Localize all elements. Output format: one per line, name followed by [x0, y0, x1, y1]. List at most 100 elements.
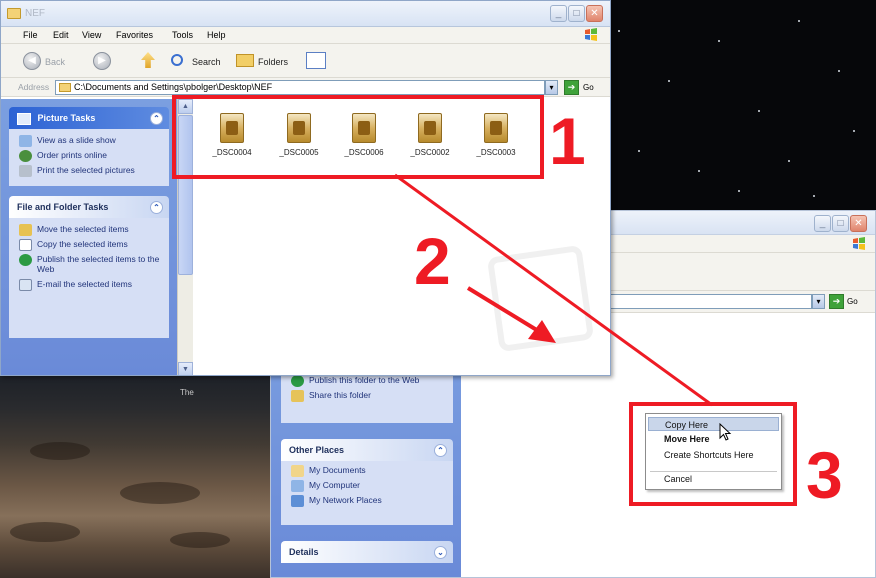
address-field[interactable]: C:\Documents and Settings\pbolger\Deskto… [55, 80, 545, 95]
star [618, 30, 620, 32]
globe-icon [19, 254, 32, 266]
address-dropdown-button[interactable]: ▾ [545, 80, 558, 95]
picture-tasks-header[interactable]: Picture Tasks ⌃ [9, 107, 169, 129]
back-label[interactable]: Back [45, 57, 65, 67]
maximize-button[interactable]: □ [568, 5, 585, 22]
collapse-chevron-icon[interactable]: ⌃ [150, 201, 163, 214]
source-menubar: File Edit View Favorites Tools Help [1, 27, 610, 44]
star [788, 160, 790, 162]
task-label: Publish this folder to the Web [309, 375, 420, 385]
views-icon[interactable] [306, 52, 326, 69]
globe-icon [291, 375, 304, 387]
task-copy-items[interactable]: Copy the selected items [17, 239, 163, 251]
window-controls: _ □ ✕ [814, 215, 867, 232]
go-arrow-icon[interactable]: ➔ [564, 80, 579, 95]
task-label: Print the selected pictures [37, 165, 135, 175]
task-label: Copy the selected items [37, 239, 128, 249]
address-dropdown-button[interactable]: ▾ [812, 294, 825, 309]
scroll-down-arrow-icon[interactable]: ▼ [178, 362, 193, 375]
step-1-label: 1 [549, 104, 586, 178]
source-window[interactable]: NEF _ □ ✕ File Edit View Favorites Tools… [0, 0, 611, 376]
place-label: My Computer [309, 480, 361, 490]
folders-icon[interactable] [236, 54, 254, 67]
close-button[interactable]: ✕ [850, 215, 867, 232]
minimize-button[interactable]: _ [814, 215, 831, 232]
star [758, 110, 760, 112]
task-slide-show[interactable]: View as a slide show [17, 135, 163, 147]
menu-edit[interactable]: Edit [53, 30, 69, 40]
task-label: Move the selected items [37, 224, 129, 234]
task-label: E-mail the selected items [37, 279, 132, 289]
watermark-icon [486, 244, 595, 353]
go-label[interactable]: Go [583, 83, 594, 92]
place-my-network-places[interactable]: My Network Places [289, 495, 447, 507]
my-documents-icon [291, 465, 304, 477]
place-my-computer[interactable]: My Computer [289, 480, 447, 492]
menu-help[interactable]: Help [207, 30, 226, 40]
other-places-header[interactable]: Other Places ⌃ [281, 439, 453, 461]
back-arrow-icon[interactable]: ◀ [23, 52, 41, 70]
search-label[interactable]: Search [192, 57, 221, 67]
star [838, 70, 840, 72]
source-toolbar: ◀ Back ▶ Search Folders [1, 44, 610, 78]
star [798, 20, 800, 22]
task-publish-items[interactable]: Publish the selected items to the Web [17, 254, 163, 274]
source-titlebar[interactable]: NEF _ □ ✕ [1, 1, 610, 27]
file-folder-tasks-title: File and Folder Tasks [17, 202, 109, 212]
task-print-pictures[interactable]: Print the selected pictures [17, 165, 163, 177]
task-label: Order prints online [37, 150, 107, 160]
star [668, 80, 670, 82]
folder-icon [59, 83, 71, 92]
task-label: View as a slide show [37, 135, 116, 145]
address-label: Address [18, 82, 50, 92]
menu-file[interactable]: File [23, 30, 38, 40]
go-arrow-icon[interactable]: ➔ [829, 294, 844, 309]
crater [30, 442, 90, 460]
star [638, 150, 640, 152]
shared-folder-icon [291, 390, 304, 402]
selected-files-highlight [172, 95, 544, 179]
windows-logo-icon [585, 28, 597, 41]
copy-icon [19, 239, 32, 251]
task-email-items[interactable]: E-mail the selected items [17, 279, 163, 291]
star [738, 190, 740, 192]
slide-show-icon [19, 135, 32, 147]
star [698, 170, 700, 172]
place-label: My Documents [309, 465, 366, 475]
folders-label[interactable]: Folders [258, 57, 288, 67]
task-order-prints[interactable]: Order prints online [17, 150, 163, 162]
picture-tasks-title: Picture Tasks [37, 113, 96, 123]
window-title: NEF [25, 8, 45, 19]
desktop-label: The [180, 388, 194, 397]
task-move-items[interactable]: Move the selected items [17, 224, 163, 236]
star [853, 130, 855, 132]
close-button[interactable]: ✕ [586, 5, 603, 22]
file-folder-tasks-header[interactable]: File and Folder Tasks ⌃ [9, 196, 169, 218]
email-icon [19, 279, 32, 291]
maximize-button[interactable]: □ [832, 215, 849, 232]
search-icon[interactable] [171, 54, 183, 66]
menu-favorites[interactable]: Favorites [116, 30, 153, 40]
expand-chevron-icon[interactable]: ⌄ [434, 546, 447, 559]
up-folder-icon[interactable] [141, 52, 155, 68]
crater [120, 482, 200, 504]
details-header[interactable]: Details ⌄ [281, 541, 453, 563]
task-share-folder[interactable]: Share this folder [289, 390, 447, 402]
menu-tools[interactable]: Tools [172, 30, 193, 40]
task-publish-folder[interactable]: Publish this folder to the Web [289, 375, 447, 387]
forward-arrow-icon[interactable]: ▶ [93, 52, 111, 70]
place-my-documents[interactable]: My Documents [289, 465, 447, 477]
minimize-button[interactable]: _ [550, 5, 567, 22]
menu-view[interactable]: View [82, 30, 101, 40]
printer-icon [19, 165, 32, 177]
folder-tasks-panel: Publish this folder to the Web Share thi… [281, 371, 453, 423]
context-menu-highlight [629, 402, 797, 506]
step-2-label: 2 [414, 224, 451, 298]
other-places-panel: My Documents My Computer My Network Plac… [281, 461, 453, 525]
crater [170, 532, 230, 548]
file-folder-tasks-panel: Move the selected items Copy the selecte… [9, 218, 169, 338]
collapse-chevron-icon[interactable]: ⌃ [150, 112, 163, 125]
collapse-chevron-icon[interactable]: ⌃ [434, 444, 447, 457]
go-label[interactable]: Go [847, 297, 858, 306]
move-icon [19, 224, 32, 236]
